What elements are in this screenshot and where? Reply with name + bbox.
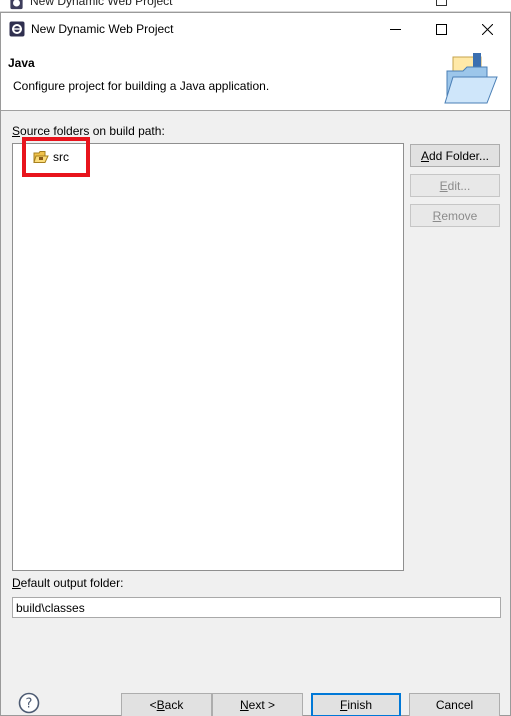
output-folder-label: Default output folder: [12, 576, 124, 590]
back-button[interactable]: < Back [121, 693, 212, 716]
minimize-button[interactable] [372, 13, 418, 45]
edit-button[interactable]: Edit... [410, 174, 500, 197]
package-folder-icon [33, 151, 49, 163]
background-close-icon [482, 0, 493, 6]
java-folder-icon [444, 53, 498, 104]
finish-button[interactable]: Finish [311, 693, 401, 716]
window-title: New Dynamic Web Project [31, 22, 174, 36]
add-folder-button[interactable]: Add Folder... [410, 144, 500, 167]
source-folders-label: Source folders on build path: [12, 124, 165, 138]
dialog-window: New Dynamic Web Project Java Configure p… [0, 12, 511, 716]
background-window-title: New Dynamic Web Project [30, 0, 173, 8]
next-button[interactable]: Next > [212, 693, 303, 716]
cancel-button[interactable]: Cancel [409, 693, 500, 716]
list-item[interactable]: src [33, 148, 69, 166]
source-folders-list[interactable]: src [12, 137, 404, 571]
svg-text:?: ? [26, 697, 33, 712]
title-bar: New Dynamic Web Project [1, 13, 510, 45]
close-button[interactable] [464, 13, 510, 45]
close-icon [481, 23, 493, 35]
wizard-banner: Java Configure project for building a Ja… [1, 45, 510, 111]
maximize-icon [435, 23, 447, 35]
minimize-icon [389, 28, 401, 30]
page-description: Configure project for building a Java ap… [13, 79, 270, 93]
eclipse-icon [9, 21, 25, 37]
folder-name: src [53, 150, 69, 164]
background-maximize-icon [436, 0, 447, 6]
page-title: Java [8, 56, 35, 70]
help-icon[interactable]: ? [18, 692, 40, 714]
output-folder-field[interactable]: build\classes [12, 597, 501, 618]
eclipse-icon [10, 0, 23, 10]
remove-button[interactable]: Remove [410, 204, 500, 227]
background-window: New Dynamic Web Project [0, 0, 511, 12]
maximize-button[interactable] [418, 13, 464, 45]
